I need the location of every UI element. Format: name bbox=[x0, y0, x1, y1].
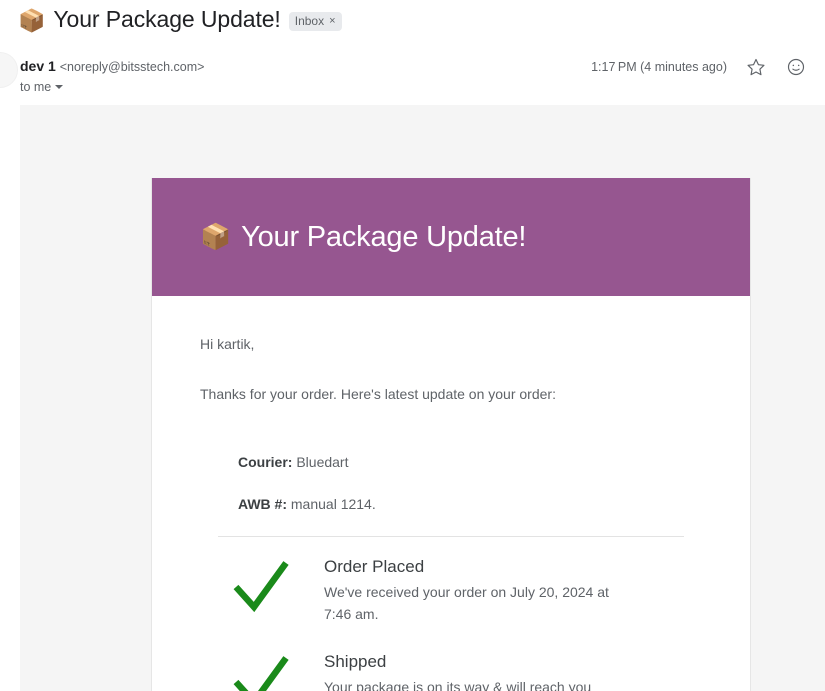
intro-text: Thanks for your order. Here's latest upd… bbox=[200, 386, 556, 402]
recipient-row[interactable]: to me bbox=[20, 80, 204, 94]
step-title: Order Placed bbox=[324, 557, 425, 576]
detail-row: Courier: Bluedart bbox=[238, 452, 704, 472]
star-icon[interactable] bbox=[745, 56, 767, 78]
inbox-label-text: Inbox bbox=[294, 14, 325, 28]
courier-label: Courier: bbox=[238, 454, 293, 470]
sender-line[interactable]: dev 1 <noreply@bitsstech.com> bbox=[20, 57, 204, 77]
header-actions: 1:17 PM (4 minutes ago) bbox=[591, 56, 807, 78]
chevron-down-icon[interactable] bbox=[55, 85, 64, 89]
avatar bbox=[0, 52, 18, 88]
awb-label: AWB #: bbox=[238, 496, 287, 512]
tracking-steps: Order Placed We've received your order o… bbox=[218, 553, 704, 691]
green-check-icon bbox=[218, 553, 304, 617]
email-body: Hi kartik, Thanks for your order. Here's… bbox=[152, 296, 750, 691]
tracking-step: Shipped Your package is on its way & wil… bbox=[218, 648, 704, 691]
email-message-view: 📦 Your Package Update! Inbox × dev 1 <no… bbox=[0, 0, 825, 691]
order-details: Courier: Bluedart AWB #: manual 1214. bbox=[238, 452, 704, 514]
courier-value: Bluedart bbox=[296, 454, 349, 470]
green-check-icon bbox=[218, 648, 304, 691]
detail-row: AWB #: manual 1214. bbox=[238, 494, 704, 514]
message-timestamp: 1:17 PM (4 minutes ago) bbox=[591, 60, 727, 74]
awb-value: manual 1214. bbox=[290, 496, 376, 512]
banner-title: Your Package Update! bbox=[241, 220, 527, 253]
inbox-label-chip[interactable]: Inbox × bbox=[288, 12, 342, 31]
close-icon[interactable]: × bbox=[329, 14, 335, 28]
email-content-card: 📦 Your Package Update! Hi kartik, Thanks… bbox=[151, 178, 751, 691]
add-reaction-smiley-icon[interactable] bbox=[785, 56, 807, 78]
package-box-icon: 📦 bbox=[200, 222, 232, 251]
step-description: Your package is on its way & will reach … bbox=[324, 679, 592, 691]
page-title: Your Package Update! bbox=[53, 6, 281, 32]
subject-row: 📦 Your Package Update! Inbox × bbox=[18, 6, 342, 33]
email-banner: 📦 Your Package Update! bbox=[152, 178, 750, 296]
sender-block: dev 1 <noreply@bitsstech.com> to me bbox=[20, 57, 204, 94]
step-title: Shipped bbox=[324, 652, 387, 671]
tracking-step: Order Placed We've received your order o… bbox=[218, 553, 704, 625]
email-body-shell: 📦 Your Package Update! Hi kartik, Thanks… bbox=[20, 105, 825, 691]
step-description: We've received your order on July 20, 20… bbox=[324, 584, 609, 622]
sender-address: <noreply@bitsstech.com> bbox=[59, 60, 205, 74]
greeting-text: Hi kartik, bbox=[200, 336, 255, 352]
package-box-icon: 📦 bbox=[18, 7, 46, 33]
divider bbox=[218, 536, 684, 537]
recipient-label: to me bbox=[20, 80, 52, 94]
sender-name: dev 1 bbox=[20, 58, 56, 74]
